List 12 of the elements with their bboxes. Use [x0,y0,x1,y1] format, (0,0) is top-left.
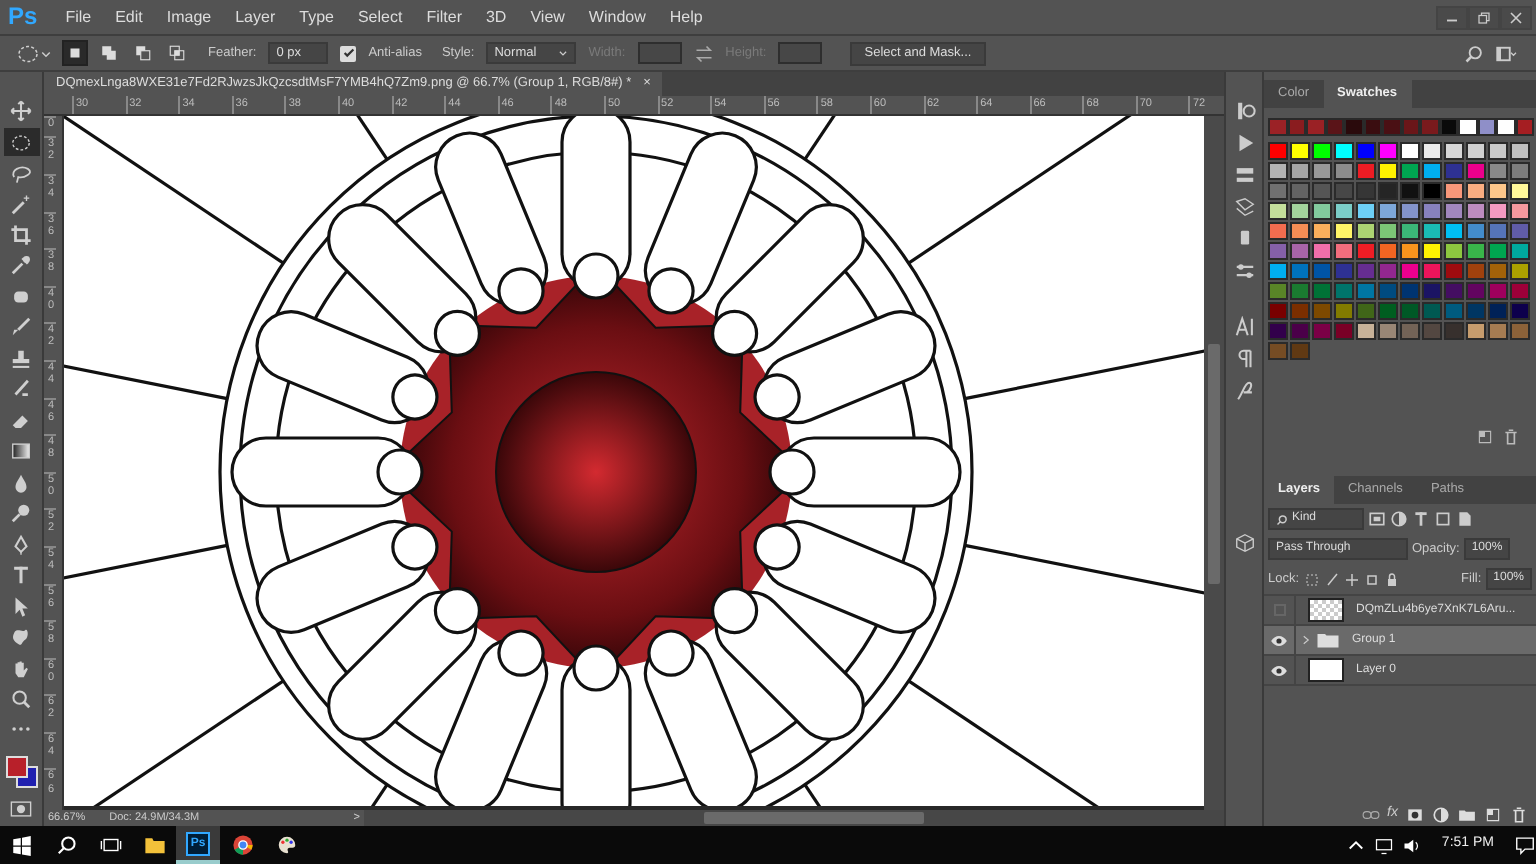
menu-item[interactable]: Edit [103,0,155,34]
menu-item[interactable]: File [53,0,104,34]
menu-item[interactable]: Select [345,0,415,34]
menu-item[interactable]: Layer [223,0,288,34]
menu-item[interactable]: 3D [473,0,519,34]
app-logo: Ps [6,0,40,34]
menu-item[interactable]: View [518,0,577,34]
menu-item[interactable]: Image [154,0,224,34]
menu-item[interactable]: Help [657,0,715,34]
menu-item[interactable]: Window [576,0,658,34]
menu-item[interactable]: Filter [414,0,474,34]
menu-item[interactable]: Type [287,0,346,34]
